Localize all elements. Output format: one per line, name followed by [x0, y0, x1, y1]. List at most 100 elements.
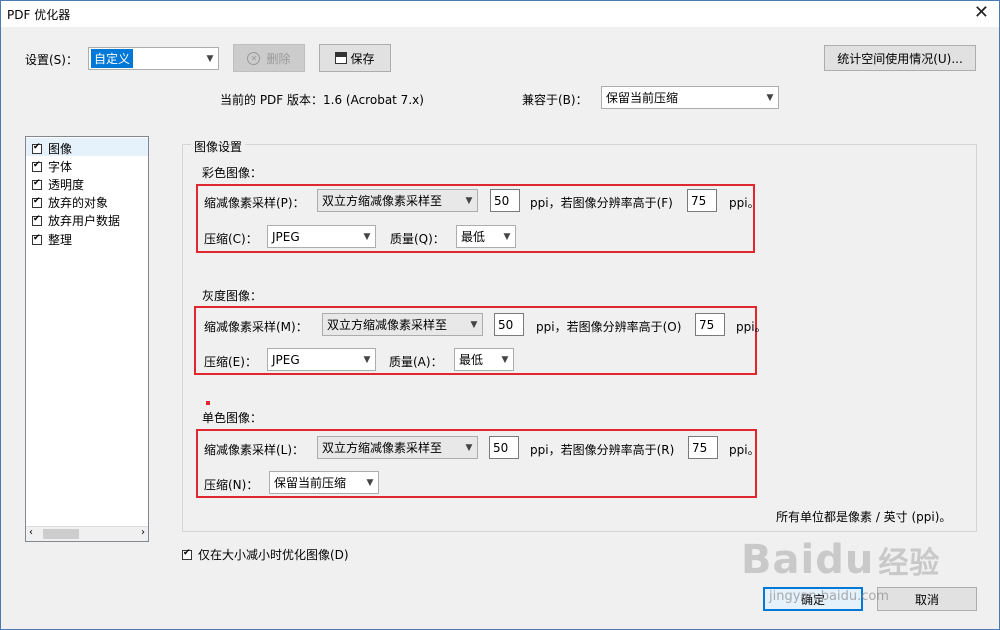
- color-quality-select[interactable]: 最低 ▼: [456, 225, 516, 248]
- panel-item-label: 放弃用户数据: [48, 214, 121, 228]
- units-note: 所有单位都是像素 / 英寸 (ppi)。: [776, 510, 952, 524]
- chevron-down-icon: ▼: [465, 195, 473, 206]
- gray-images-heading: 灰度图像：: [202, 289, 263, 303]
- mono-downsample-value: 双立方缩减像素采样至: [322, 441, 443, 455]
- chevron-down-icon: ▼: [206, 53, 214, 64]
- optimize-checkbox-label: 仅在大小减小时优化图像(D): [198, 548, 349, 562]
- pdf-version-text: 当前的 PDF 版本：1.6 (Acrobat 7.x): [220, 93, 424, 107]
- mono-threshold-input[interactable]: 75: [688, 436, 718, 459]
- gray-quality-select[interactable]: 最低 ▼: [454, 348, 514, 371]
- panel-list: 图像 字体 透明度 放弃的对象 放弃用户数据 整理 ‹ ›: [25, 136, 149, 542]
- color-ppi-suffix: ppi。: [729, 196, 760, 210]
- mono-images-heading: 单色图像：: [202, 411, 263, 425]
- cancel-button[interactable]: 取消: [877, 587, 977, 611]
- color-quality-value: 最低: [461, 230, 486, 244]
- window-title: PDF 优化器: [7, 8, 71, 22]
- checkbox-checked-icon[interactable]: [32, 196, 42, 208]
- pdf-optimizer-dialog: PDF 优化器 ✕ 设置(S)： 自定义 ▼ ✕ 删除 保存 统计空间使用情况(…: [0, 0, 1000, 630]
- panel-item-clean-up[interactable]: 整理: [32, 231, 72, 248]
- baidu-brand-text: Baidu: [741, 537, 875, 583]
- checkbox-checked-icon[interactable]: [182, 548, 192, 560]
- scroll-thumb[interactable]: [43, 529, 79, 539]
- delete-button-label: 删除: [266, 51, 291, 66]
- checkbox-checked-icon[interactable]: [32, 160, 42, 172]
- gray-compress-select[interactable]: JPEG ▼: [267, 348, 376, 371]
- color-downsample-select[interactable]: 双立方缩减像素采样至 ▼: [317, 189, 478, 212]
- mono-compress-value: 保留当前压缩: [274, 476, 347, 490]
- mono-downsample-select[interactable]: 双立方缩减像素采样至 ▼: [317, 436, 478, 459]
- panel-item-fonts[interactable]: 字体: [32, 158, 72, 175]
- floppy-disk-icon: [335, 52, 348, 64]
- color-compress-label: 压缩(C)：: [204, 232, 258, 246]
- save-button-label: 保存: [350, 51, 375, 66]
- horizontal-scrollbar[interactable]: ‹ ›: [26, 526, 148, 541]
- panel-item-label: 透明度: [48, 178, 85, 192]
- delete-icon: ✕: [247, 51, 261, 65]
- checkbox-checked-icon[interactable]: [32, 214, 42, 226]
- chevron-down-icon: ▼: [766, 92, 774, 103]
- save-button[interactable]: 保存: [319, 44, 391, 72]
- gray-downsample-value: 双立方缩减像素采样至: [327, 318, 448, 332]
- panel-item-images[interactable]: 图像: [32, 140, 72, 157]
- panel-item-label: 字体: [48, 160, 73, 174]
- color-threshold-input[interactable]: 75: [687, 189, 717, 212]
- panel-item-label: 整理: [48, 233, 73, 247]
- gray-quality-label: 质量(A)：: [389, 355, 443, 369]
- panel-item-transparency[interactable]: 透明度: [32, 176, 84, 193]
- baidu-watermark: Baidu 经验: [741, 537, 940, 583]
- gray-downsample-label: 缩减像素采样(M)：: [204, 320, 308, 334]
- chevron-down-icon: ▼: [366, 477, 374, 488]
- chevron-down-icon: ▼: [363, 354, 371, 365]
- gray-threshold-input[interactable]: 75: [695, 313, 725, 336]
- gray-ppi-suffix: ppi。: [736, 320, 767, 334]
- compat-label: 兼容于(B)：: [522, 93, 588, 107]
- color-ppi-input[interactable]: 50: [490, 189, 520, 212]
- mono-downsample-label: 缩减像素采样(L)：: [204, 443, 305, 457]
- color-downsample-value: 双立方缩减像素采样至: [322, 194, 443, 208]
- chevron-down-icon: ▼: [465, 442, 473, 453]
- image-settings-title: 图像设置: [191, 138, 246, 155]
- panel-item-label: 放弃的对象: [48, 196, 109, 210]
- mono-ppi-text: ppi，若图像分辨率高于(R): [530, 443, 675, 457]
- panel-item-discard-objects[interactable]: 放弃的对象: [32, 194, 108, 211]
- scroll-right-icon[interactable]: ›: [141, 527, 145, 538]
- baidu-watermark-url: jingyan.baidu.com: [769, 589, 889, 604]
- delete-button[interactable]: ✕ 删除: [233, 44, 305, 72]
- chevron-down-icon: ▼: [363, 231, 371, 242]
- red-marker: [206, 401, 210, 405]
- gray-ppi-input[interactable]: 50: [494, 313, 524, 336]
- mono-compress-label: 压缩(N)：: [204, 478, 259, 492]
- chevron-down-icon: ▼: [503, 231, 511, 242]
- color-ppi-text: ppi，若图像分辨率高于(F): [530, 196, 673, 210]
- mono-ppi-suffix: ppi。: [729, 443, 760, 457]
- panel-item-label: 图像: [48, 142, 73, 156]
- checkbox-checked-icon[interactable]: [32, 142, 42, 154]
- compat-select[interactable]: 保留当前压缩 ▼: [601, 86, 779, 109]
- color-compress-select[interactable]: JPEG ▼: [267, 225, 376, 248]
- gray-ppi-text: ppi，若图像分辨率高于(O): [536, 320, 682, 334]
- gray-compress-value: JPEG: [272, 352, 300, 367]
- checkbox-checked-icon[interactable]: [32, 233, 42, 245]
- optimize-only-if-smaller-checkbox[interactable]: 仅在大小减小时优化图像(D): [182, 546, 349, 563]
- chevron-down-icon: ▼: [470, 319, 478, 330]
- chevron-down-icon: ▼: [501, 354, 509, 365]
- close-icon[interactable]: ✕: [974, 3, 989, 23]
- mono-compress-select[interactable]: 保留当前压缩 ▼: [269, 471, 379, 494]
- space-usage-button[interactable]: 统计空间使用情况(U)...: [824, 45, 976, 71]
- panel-item-discard-user-data[interactable]: 放弃用户数据: [32, 212, 120, 229]
- color-compress-value: JPEG: [272, 229, 300, 244]
- gray-compress-label: 压缩(E)：: [204, 355, 257, 369]
- baidu-jingyan-text: 经验: [878, 546, 941, 581]
- color-downsample-label: 缩减像素采样(P)：: [204, 196, 305, 210]
- mono-ppi-input[interactable]: 50: [489, 436, 519, 459]
- settings-select-value: 自定义: [91, 49, 134, 68]
- scroll-left-icon[interactable]: ‹: [29, 527, 33, 538]
- color-quality-label: 质量(Q)：: [390, 232, 445, 246]
- title-bar: PDF 优化器 ✕: [1, 1, 999, 27]
- gray-downsample-select[interactable]: 双立方缩减像素采样至 ▼: [322, 313, 483, 336]
- checkbox-checked-icon[interactable]: [32, 178, 42, 190]
- settings-select[interactable]: 自定义 ▼: [88, 47, 219, 70]
- settings-label: 设置(S)：: [25, 53, 78, 67]
- color-images-heading: 彩色图像：: [202, 166, 263, 180]
- compat-select-value: 保留当前压缩: [606, 91, 679, 105]
